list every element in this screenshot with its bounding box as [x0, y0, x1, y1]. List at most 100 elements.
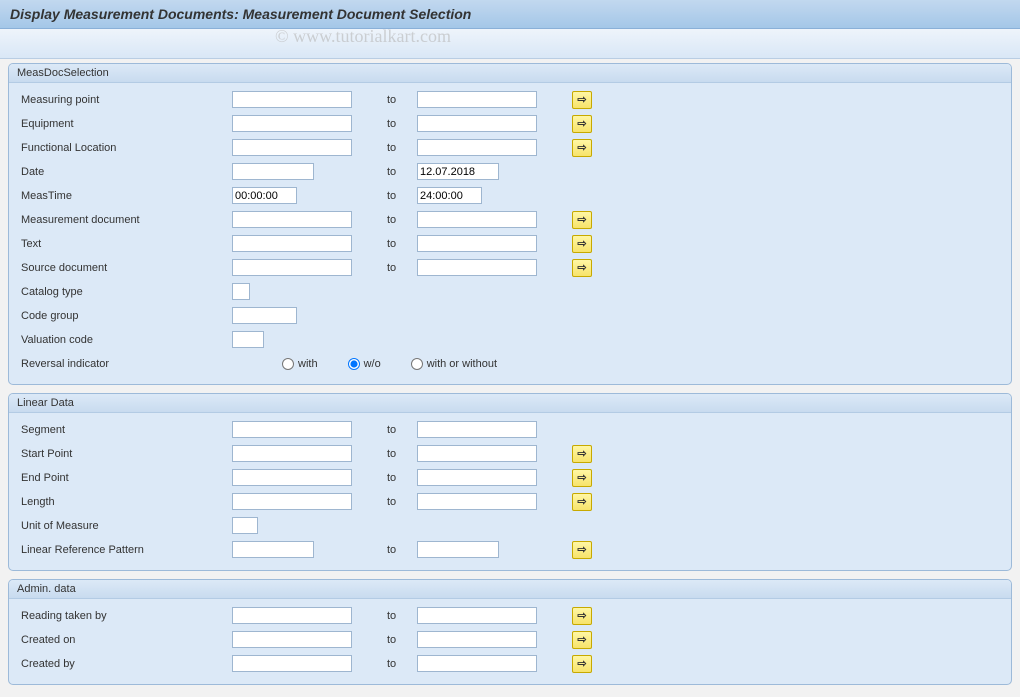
measurement-document-from[interactable] — [232, 211, 352, 228]
to-label: to — [387, 166, 417, 178]
group-header-measdoc: MeasDocSelection — [9, 64, 1011, 83]
linref-from[interactable] — [232, 541, 314, 558]
functional-location-to[interactable] — [417, 139, 537, 156]
end-point-from[interactable] — [232, 469, 352, 486]
row-source-document: Source document to — [17, 256, 1003, 279]
date-to[interactable] — [417, 163, 499, 180]
created-by-from[interactable] — [232, 655, 352, 672]
to-label: to — [387, 142, 417, 154]
multi-select-icon[interactable] — [572, 211, 592, 229]
reading-taken-by-to[interactable] — [417, 607, 537, 624]
date-from[interactable] — [232, 163, 314, 180]
multi-select-icon[interactable] — [572, 493, 592, 511]
multi-select-icon[interactable] — [572, 631, 592, 649]
group-header-admin: Admin. data — [9, 580, 1011, 599]
to-label: to — [387, 544, 417, 556]
row-end-point: End Point to — [17, 466, 1003, 489]
measuring-point-from[interactable] — [232, 91, 352, 108]
meastime-to[interactable] — [417, 187, 482, 204]
to-label: to — [387, 262, 417, 274]
row-meastime: MeasTime to — [17, 184, 1003, 207]
created-on-from[interactable] — [232, 631, 352, 648]
source-document-to[interactable] — [417, 259, 537, 276]
multi-select-icon[interactable] — [572, 469, 592, 487]
group-measdoc: MeasDocSelection Measuring point to Equi… — [8, 63, 1012, 385]
equipment-from[interactable] — [232, 115, 352, 132]
label-segment: Segment — [17, 424, 232, 436]
label-functional-location: Functional Location — [17, 142, 232, 154]
label-end-point: End Point — [17, 472, 232, 484]
multi-select-icon[interactable] — [572, 91, 592, 109]
measurement-document-to[interactable] — [417, 211, 537, 228]
multi-select-icon[interactable] — [572, 139, 592, 157]
end-point-to[interactable] — [417, 469, 537, 486]
multi-select-icon[interactable] — [572, 259, 592, 277]
catalog-type-input[interactable] — [232, 283, 250, 300]
label-linear-reference-pattern: Linear Reference Pattern — [17, 544, 232, 556]
multi-select-icon[interactable] — [572, 115, 592, 133]
source-document-from[interactable] — [232, 259, 352, 276]
measuring-point-to[interactable] — [417, 91, 537, 108]
reading-taken-by-from[interactable] — [232, 607, 352, 624]
segment-to[interactable] — [417, 421, 537, 438]
label-start-point: Start Point — [17, 448, 232, 460]
page-title: Display Measurement Documents: Measureme… — [0, 0, 1020, 29]
to-label: to — [387, 214, 417, 226]
meastime-from[interactable] — [232, 187, 297, 204]
row-valuation-code: Valuation code — [17, 328, 1003, 351]
length-to[interactable] — [417, 493, 537, 510]
text-from[interactable] — [232, 235, 352, 252]
row-text: Text to — [17, 232, 1003, 255]
functional-location-from[interactable] — [232, 139, 352, 156]
created-by-to[interactable] — [417, 655, 537, 672]
label-uom: Unit of Measure — [17, 520, 232, 532]
label-valuation-code: Valuation code — [17, 334, 232, 346]
group-admin: Admin. data Reading taken by to Created … — [8, 579, 1012, 685]
row-created-on: Created on to — [17, 628, 1003, 651]
row-functional-location: Functional Location to — [17, 136, 1003, 159]
row-code-group: Code group — [17, 304, 1003, 327]
valuation-code-input[interactable] — [232, 331, 264, 348]
row-reversal-indicator: Reversal indicator with w/o with or with… — [17, 352, 1003, 375]
toolbar-spacer — [0, 29, 1020, 59]
created-on-to[interactable] — [417, 631, 537, 648]
label-equipment: Equipment — [17, 118, 232, 130]
to-label: to — [387, 634, 417, 646]
multi-select-icon[interactable] — [572, 235, 592, 253]
to-label: to — [387, 496, 417, 508]
label-length: Length — [17, 496, 232, 508]
to-label: to — [387, 190, 417, 202]
label-meastime: MeasTime — [17, 190, 232, 202]
label-text: Text — [17, 238, 232, 250]
row-uom: Unit of Measure — [17, 514, 1003, 537]
radio-with[interactable]: with — [282, 358, 318, 370]
row-segment: Segment to — [17, 418, 1003, 441]
radio-wo[interactable]: w/o — [348, 358, 381, 370]
label-reading-taken-by: Reading taken by — [17, 610, 232, 622]
segment-from[interactable] — [232, 421, 352, 438]
multi-select-icon[interactable] — [572, 607, 592, 625]
code-group-input[interactable] — [232, 307, 297, 324]
multi-select-icon[interactable] — [572, 445, 592, 463]
uom-input[interactable] — [232, 517, 258, 534]
row-equipment: Equipment to — [17, 112, 1003, 135]
label-source-document: Source document — [17, 262, 232, 274]
multi-select-icon[interactable] — [572, 541, 592, 559]
label-reversal-indicator: Reversal indicator — [17, 358, 232, 370]
start-point-from[interactable] — [232, 445, 352, 462]
row-start-point: Start Point to — [17, 442, 1003, 465]
multi-select-icon[interactable] — [572, 655, 592, 673]
to-label: to — [387, 424, 417, 436]
linref-to[interactable] — [417, 541, 499, 558]
label-created-by: Created by — [17, 658, 232, 670]
radio-label-wo: w/o — [364, 358, 381, 370]
text-to[interactable] — [417, 235, 537, 252]
label-code-group: Code group — [17, 310, 232, 322]
radio-with-or-without[interactable]: with or without — [411, 358, 497, 370]
start-point-to[interactable] — [417, 445, 537, 462]
row-linear-reference-pattern: Linear Reference Pattern to — [17, 538, 1003, 561]
to-label: to — [387, 94, 417, 106]
equipment-to[interactable] — [417, 115, 537, 132]
row-created-by: Created by to — [17, 652, 1003, 675]
length-from[interactable] — [232, 493, 352, 510]
